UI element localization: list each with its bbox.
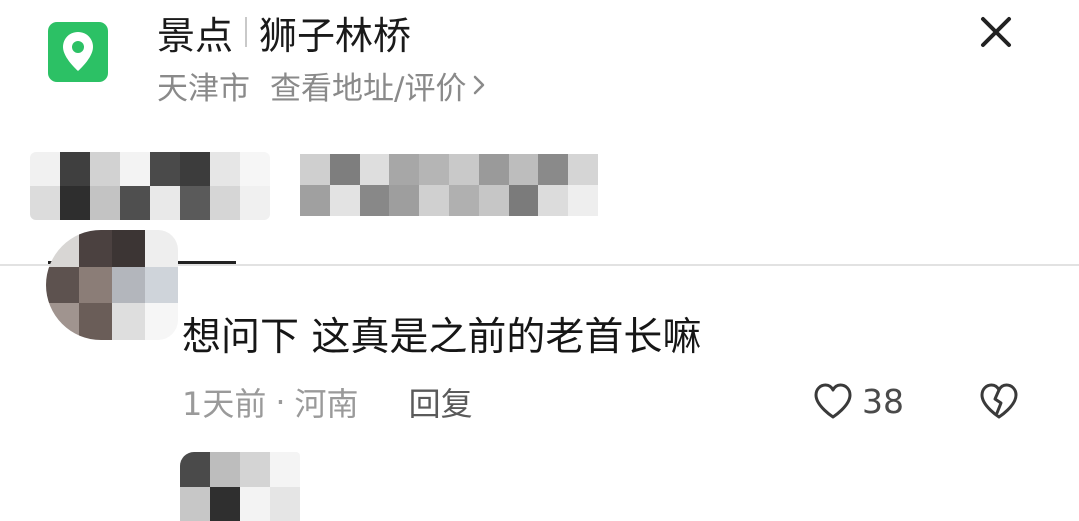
comment-text: 想问下 这真是之前的老首长嘛 — [182, 315, 702, 360]
place-city: 天津市 — [157, 70, 250, 107]
map-pin-icon — [48, 22, 108, 82]
comment-time: 1天前 — [182, 385, 267, 423]
pixelated-text — [300, 154, 598, 216]
place-title: 景点 狮子林桥 — [157, 8, 411, 58]
like-button[interactable]: 38 — [812, 378, 904, 424]
comment-meta: 1天前 · 河南 回复 — [182, 380, 473, 424]
heart-icon — [814, 383, 852, 419]
pixelated-username — [30, 152, 270, 220]
view-address-link[interactable]: 查看地址/评价 — [270, 63, 486, 108]
view-address-label: 查看地址/评价 — [270, 70, 467, 107]
broken-heart-icon — [980, 383, 1018, 419]
avatar[interactable] — [46, 230, 178, 340]
place-subtitle: 天津市 查看地址/评价 — [157, 63, 486, 108]
reply-button[interactable]: 回复 — [409, 379, 473, 425]
place-name: 狮子林桥 — [259, 13, 412, 58]
meta-separator: · — [275, 383, 286, 421]
chevron-right-icon — [474, 75, 485, 95]
close-button[interactable] — [974, 10, 1018, 54]
close-icon — [981, 17, 1011, 47]
comment-location: 河南 — [294, 385, 359, 423]
dislike-button[interactable] — [976, 378, 1022, 424]
like-count: 38 — [862, 381, 904, 421]
place-category: 景点 — [157, 13, 234, 58]
title-divider — [245, 17, 248, 47]
reply-avatar[interactable] — [180, 452, 300, 521]
